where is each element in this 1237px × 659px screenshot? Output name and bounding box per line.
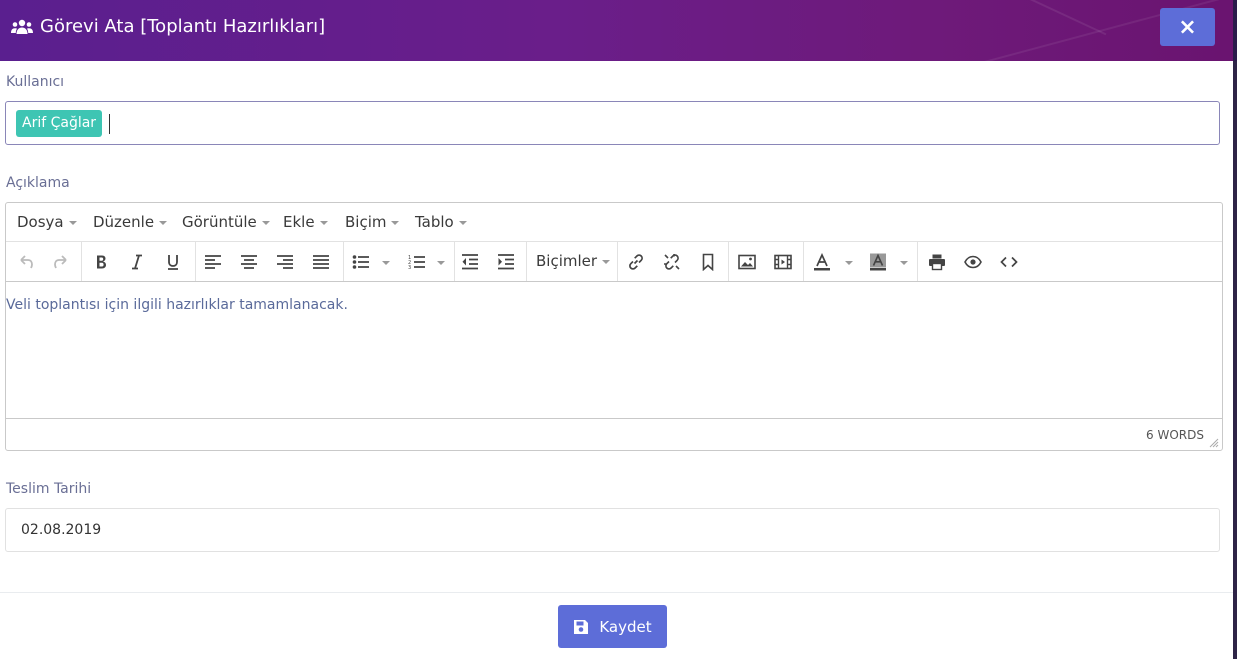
background-edge (1233, 61, 1237, 659)
menu-table[interactable]: Tablo (415, 213, 467, 231)
text-color-dropdown-icon[interactable] (845, 261, 853, 265)
undo-icon[interactable] (13, 249, 39, 275)
unlink-icon[interactable] (659, 249, 685, 275)
editor-content[interactable]: Veli toplantısı için ilgili hazırlıklar … (6, 283, 1222, 418)
image-icon[interactable] (734, 249, 760, 275)
menu-edit[interactable]: Düzenle (93, 213, 168, 231)
redo-icon[interactable] (48, 249, 74, 275)
menu-insert[interactable]: Ekle (283, 213, 328, 231)
editor-toolbar: 123 Biçimler (6, 242, 1222, 282)
italic-icon[interactable] (124, 249, 150, 275)
formats-dropdown[interactable]: Biçimler (536, 252, 611, 270)
user-tag[interactable]: Arif Çağlar (16, 110, 103, 137)
close-button[interactable]: × (1160, 8, 1215, 46)
indent-icon[interactable] (493, 249, 519, 275)
modal-footer: Kaydet (0, 592, 1233, 659)
editor-menubar: Dosya Düzenle Görüntüle Ekle Biçim Tablo (6, 203, 1222, 242)
rich-text-editor: Dosya Düzenle Görüntüle Ekle Biçim Tablo (5, 202, 1223, 451)
text-caret (109, 114, 110, 134)
assign-task-modal: Görevi Ata [Toplantı Hazırlıkları] × Kul… (0, 0, 1233, 659)
due-date-label: Teslim Tarihi (6, 481, 92, 497)
link-icon[interactable] (623, 249, 649, 275)
bullet-list-dropdown-icon[interactable] (382, 261, 390, 265)
underline-icon[interactable] (160, 249, 186, 275)
modal-title-text: Görevi Ata [Toplantı Hazırlıkları] (40, 16, 326, 37)
save-icon (574, 619, 589, 634)
preview-icon[interactable] (960, 249, 986, 275)
bullet-list-icon[interactable] (348, 249, 374, 275)
align-justify-icon[interactable] (308, 249, 334, 275)
align-right-icon[interactable] (272, 249, 298, 275)
align-center-icon[interactable] (236, 249, 262, 275)
users-icon (11, 19, 33, 34)
bookmark-icon[interactable] (695, 249, 721, 275)
save-button[interactable]: Kaydet (558, 605, 667, 648)
numbered-list-icon[interactable]: 123 (404, 249, 430, 275)
background-color-dropdown-icon[interactable] (900, 261, 908, 265)
due-date-input[interactable]: 02.08.2019 (5, 508, 1220, 552)
user-tags-input[interactable]: Arif Çağlar (5, 101, 1220, 145)
background-color-icon[interactable] (865, 249, 891, 275)
text-color-icon[interactable] (809, 249, 835, 275)
menu-view[interactable]: Görüntüle (182, 213, 270, 231)
resize-handle-icon[interactable] (1209, 438, 1219, 448)
print-icon[interactable] (924, 249, 950, 275)
media-icon[interactable] (770, 249, 796, 275)
outdent-icon[interactable] (457, 249, 483, 275)
description-label: Açıklama (6, 175, 70, 191)
source-code-icon[interactable] (996, 249, 1022, 275)
save-button-label: Kaydet (599, 617, 652, 636)
align-left-icon[interactable] (200, 249, 226, 275)
svg-text:3: 3 (408, 265, 411, 271)
menu-file[interactable]: Dosya (17, 213, 77, 231)
header-decoration (833, 0, 1107, 36)
numbered-list-dropdown-icon[interactable] (437, 261, 445, 265)
word-count: 6 WORDS (1146, 428, 1204, 442)
modal-title: Görevi Ata [Toplantı Hazırlıkları] (11, 16, 325, 37)
menu-format[interactable]: Biçim (345, 213, 400, 231)
editor-statusbar: 6 WORDS (6, 418, 1222, 450)
modal-header: Görevi Ata [Toplantı Hazırlıkları] × (0, 0, 1233, 61)
bold-icon[interactable] (88, 249, 114, 275)
user-field-label: Kullanıcı (6, 74, 65, 90)
